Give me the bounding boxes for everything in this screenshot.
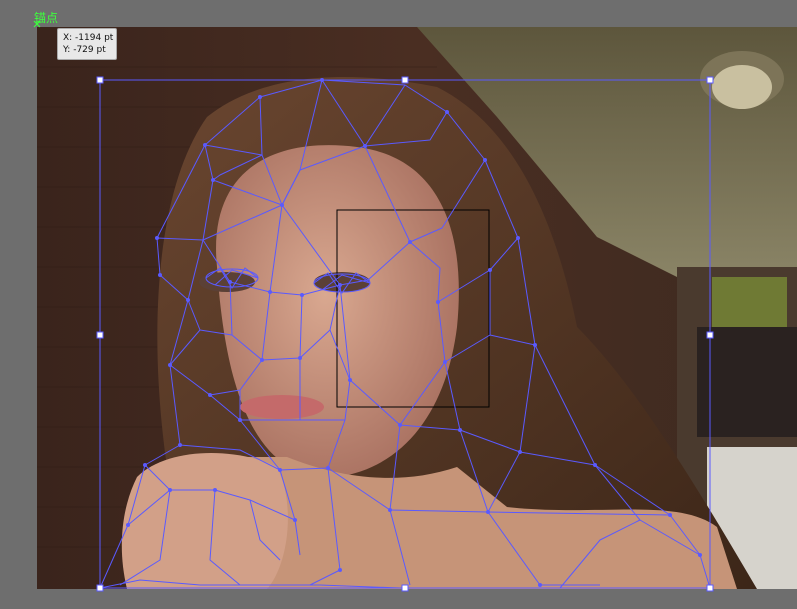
handle-middle-right[interactable] <box>706 331 714 339</box>
coordinate-tooltip: X: -1194 pt Y: -729 pt <box>57 28 117 60</box>
eye-mesh-left <box>205 267 259 289</box>
handle-middle-left[interactable] <box>96 331 104 339</box>
handle-top-right[interactable] <box>706 76 714 84</box>
anchor-point-label: 锚点 <box>34 11 59 25</box>
triangle-mesh[interactable] <box>99 79 711 589</box>
y-coordinate: Y: -729 pt <box>63 45 106 55</box>
eye-mesh-right <box>313 272 371 294</box>
bounding-box <box>99 79 711 589</box>
handle-top-left[interactable] <box>96 76 104 84</box>
x-coordinate: X: -1194 pt <box>63 33 114 43</box>
handle-bottom-right[interactable] <box>706 584 714 592</box>
mesh-overlay <box>96 76 714 592</box>
handle-bottom-center[interactable] <box>401 584 409 592</box>
selection-rectangle <box>336 209 490 408</box>
handle-bottom-left[interactable] <box>96 584 104 592</box>
handle-top-center[interactable] <box>401 76 409 84</box>
